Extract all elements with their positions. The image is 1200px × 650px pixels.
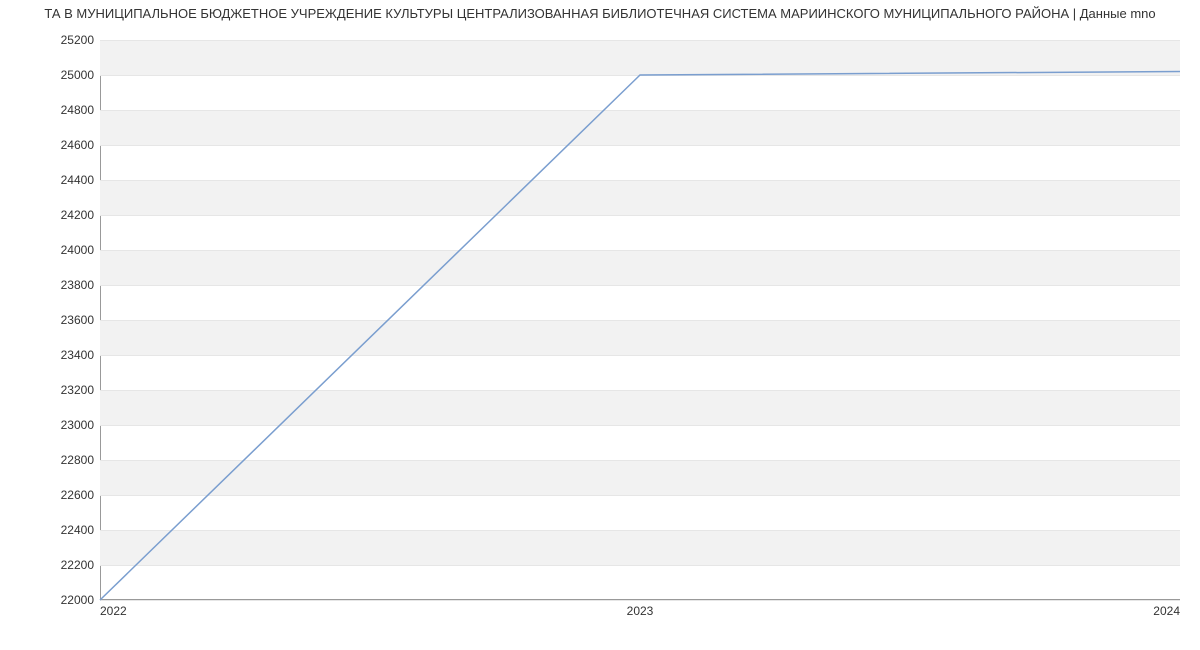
y-tick-label: 23400: [14, 348, 94, 362]
y-tick-label: 23200: [14, 383, 94, 397]
y-tick-label: 22400: [14, 523, 94, 537]
y-tick-label: 22000: [14, 593, 94, 607]
y-tick-label: 25000: [14, 68, 94, 82]
series-line: [100, 72, 1180, 601]
y-tick-label: 24600: [14, 138, 94, 152]
chart-container: ТА В МУНИЦИПАЛЬНОЕ БЮДЖЕТНОЕ УЧРЕЖДЕНИЕ …: [0, 0, 1200, 650]
y-tick-label: 23800: [14, 278, 94, 292]
line-layer: [100, 40, 1180, 600]
y-tick-label: 22600: [14, 488, 94, 502]
y-tick-label: 25200: [14, 33, 94, 47]
y-tick-label: 24000: [14, 243, 94, 257]
y-tick-label: 23600: [14, 313, 94, 327]
chart-title: ТА В МУНИЦИПАЛЬНОЕ БЮДЖЕТНОЕ УЧРЕЖДЕНИЕ …: [0, 6, 1200, 21]
plot-area: [100, 40, 1180, 600]
x-tick-label: 2023: [627, 604, 654, 618]
y-tick-label: 24200: [14, 208, 94, 222]
x-tick-label: 2022: [100, 604, 127, 618]
x-tick-label: 2024: [1153, 604, 1180, 618]
y-tick-label: 23000: [14, 418, 94, 432]
y-tick-label: 24400: [14, 173, 94, 187]
y-tick-label: 22200: [14, 558, 94, 572]
y-tick-label: 22800: [14, 453, 94, 467]
grid-line: [100, 600, 1180, 601]
y-tick-label: 24800: [14, 103, 94, 117]
